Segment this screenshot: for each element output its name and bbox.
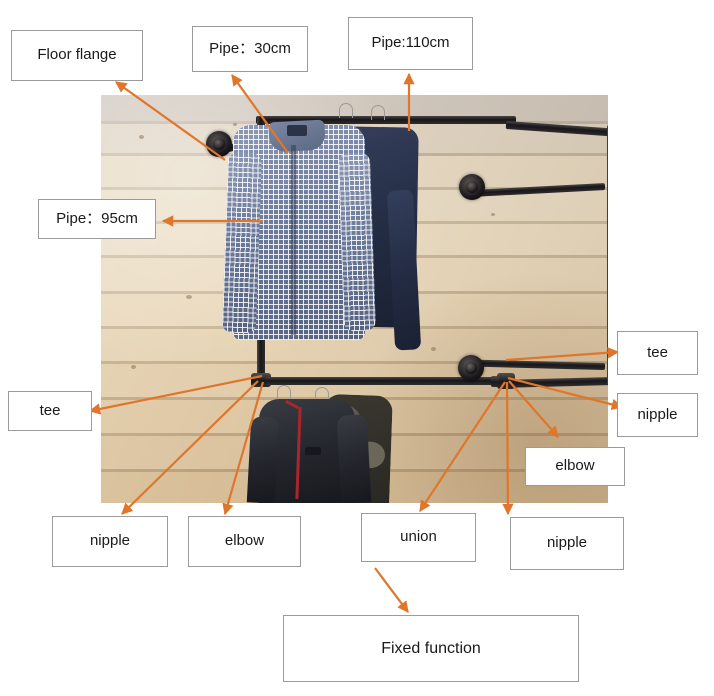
label-nipple-bottom-right-text: nipple bbox=[546, 534, 588, 552]
wood-knot bbox=[233, 123, 237, 126]
label-elbow-right-text: elbow bbox=[555, 457, 595, 475]
label-union[interactable]: union bbox=[361, 513, 476, 562]
right-vertical-pipe bbox=[607, 125, 608, 385]
dark-coat-left-sleeve bbox=[246, 416, 280, 503]
label-tee-left-text: tee bbox=[39, 401, 61, 419]
hanger-hook bbox=[339, 103, 353, 118]
label-tee-right[interactable]: tee bbox=[617, 331, 698, 375]
wood-knot bbox=[431, 347, 436, 351]
label-pipe-110-text: Pipe:110cm bbox=[371, 34, 450, 52]
checked-shirt-placket bbox=[291, 145, 296, 335]
wood-knot bbox=[139, 135, 144, 139]
label-union-text: union bbox=[400, 528, 437, 546]
label-elbow-right[interactable]: elbow bbox=[525, 447, 625, 486]
label-pipe-110[interactable]: Pipe:110cm bbox=[348, 17, 473, 70]
hanger-hook bbox=[277, 385, 291, 400]
label-floor-flange[interactable]: Floor flange bbox=[11, 30, 143, 81]
label-nipple-bottom-left[interactable]: nipple bbox=[52, 516, 168, 567]
checked-shirt-left-sleeve bbox=[221, 152, 263, 334]
floor-flange-lower-right bbox=[458, 355, 484, 381]
label-nipple-right-text: nipple bbox=[637, 405, 678, 423]
wood-knot bbox=[186, 295, 192, 299]
dark-coat-right-sleeve bbox=[336, 414, 372, 503]
label-fixed-function-text: Fixed function bbox=[381, 639, 481, 657]
label-elbow-bottom-left[interactable]: elbow bbox=[188, 516, 301, 567]
hanger-hook bbox=[371, 105, 385, 120]
label-tee-left[interactable]: tee bbox=[8, 391, 92, 431]
label-pipe-95-text: Pipe：95cm bbox=[56, 209, 138, 227]
label-elbow-bottom-left-text: elbow bbox=[224, 532, 265, 550]
shirt-brand-tag bbox=[287, 125, 307, 136]
wood-knot bbox=[491, 213, 495, 216]
label-pipe-95[interactable]: Pipe：95cm bbox=[38, 199, 156, 239]
label-pipe-30-text: Pipe：30cm bbox=[209, 39, 291, 57]
clothing-rack-photo bbox=[101, 95, 608, 503]
label-floor-flange-text: Floor flange bbox=[37, 46, 117, 64]
label-fixed-function[interactable]: Fixed function bbox=[283, 615, 579, 682]
label-pipe-30[interactable]: Pipe：30cm bbox=[192, 26, 308, 72]
annotated-diagram-canvas: Floor flange Pipe：30cm Pipe:110cm Pipe：9… bbox=[0, 0, 714, 696]
bottom-right-nipple bbox=[491, 376, 499, 387]
label-nipple-bottom-right[interactable]: nipple bbox=[510, 517, 624, 570]
coat-pocket bbox=[305, 447, 321, 455]
label-nipple-right[interactable]: nipple bbox=[617, 393, 698, 437]
floor-flange-top-left bbox=[206, 131, 232, 157]
label-nipple-bottom-left-text: nipple bbox=[89, 532, 131, 550]
floor-flange-upper-right bbox=[459, 174, 485, 200]
label-tee-right-text: tee bbox=[647, 343, 668, 361]
checked-shirt-right-sleeve bbox=[337, 152, 377, 332]
wood-knot bbox=[131, 365, 136, 369]
arrow-fixed-function bbox=[374, 567, 409, 613]
bottom-right-fitting-cluster bbox=[497, 373, 515, 389]
